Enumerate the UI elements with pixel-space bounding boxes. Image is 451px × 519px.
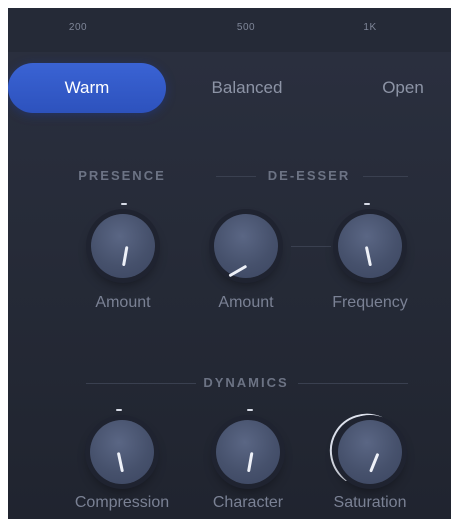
saturation-label: Saturation xyxy=(333,494,407,511)
freq-label-200: 200 xyxy=(68,22,88,33)
character-knob[interactable] xyxy=(216,420,280,484)
presence-amount-knob[interactable] xyxy=(91,214,155,278)
compression-marker xyxy=(116,409,122,411)
mode-selector: Warm Balanced Open xyxy=(8,63,451,113)
mode-warm-button[interactable]: Warm xyxy=(8,63,166,113)
freq-label-500: 500 xyxy=(236,22,256,33)
saturation-knob[interactable] xyxy=(338,420,402,484)
deesser-rule-left xyxy=(216,176,256,177)
deesser-section-title: DE-ESSER xyxy=(267,168,351,183)
frequency-scale: 200 500 1K xyxy=(8,8,451,52)
knob-pointer xyxy=(246,452,253,473)
deesser-frequency-knob[interactable] xyxy=(338,214,402,278)
knob-pointer xyxy=(364,246,372,267)
presence-section-title: PRESENCE xyxy=(78,168,166,183)
dynamics-rule-left xyxy=(86,383,196,384)
knob-pointer xyxy=(121,246,128,267)
presence-amount-marker xyxy=(121,203,127,205)
deesser-rule-right xyxy=(363,176,408,177)
presence-amount-label: Amount xyxy=(95,294,151,311)
compression-label: Compression xyxy=(74,494,170,511)
knob-pointer xyxy=(227,264,247,278)
freq-label-1k: 1K xyxy=(363,22,377,33)
deesser-amount-label: Amount xyxy=(218,294,274,311)
plugin-panel: 200 500 1K Warm Balanced Open PRESENCE D… xyxy=(8,8,451,519)
dynamics-rule-right xyxy=(298,383,408,384)
character-label: Character xyxy=(212,494,284,511)
knob-pointer xyxy=(116,452,124,473)
dynamics-section-title: DYNAMICS xyxy=(203,375,289,390)
deesser-frequency-marker xyxy=(364,203,370,205)
knob-pointer xyxy=(368,452,379,473)
compression-knob[interactable] xyxy=(90,420,154,484)
mode-balanced-button[interactable]: Balanced xyxy=(178,63,316,113)
character-marker xyxy=(247,409,253,411)
deesser-frequency-label: Frequency xyxy=(332,294,408,311)
deesser-amount-knob[interactable] xyxy=(214,214,278,278)
mode-open-button[interactable]: Open xyxy=(353,63,451,113)
deesser-link-line xyxy=(291,246,331,247)
